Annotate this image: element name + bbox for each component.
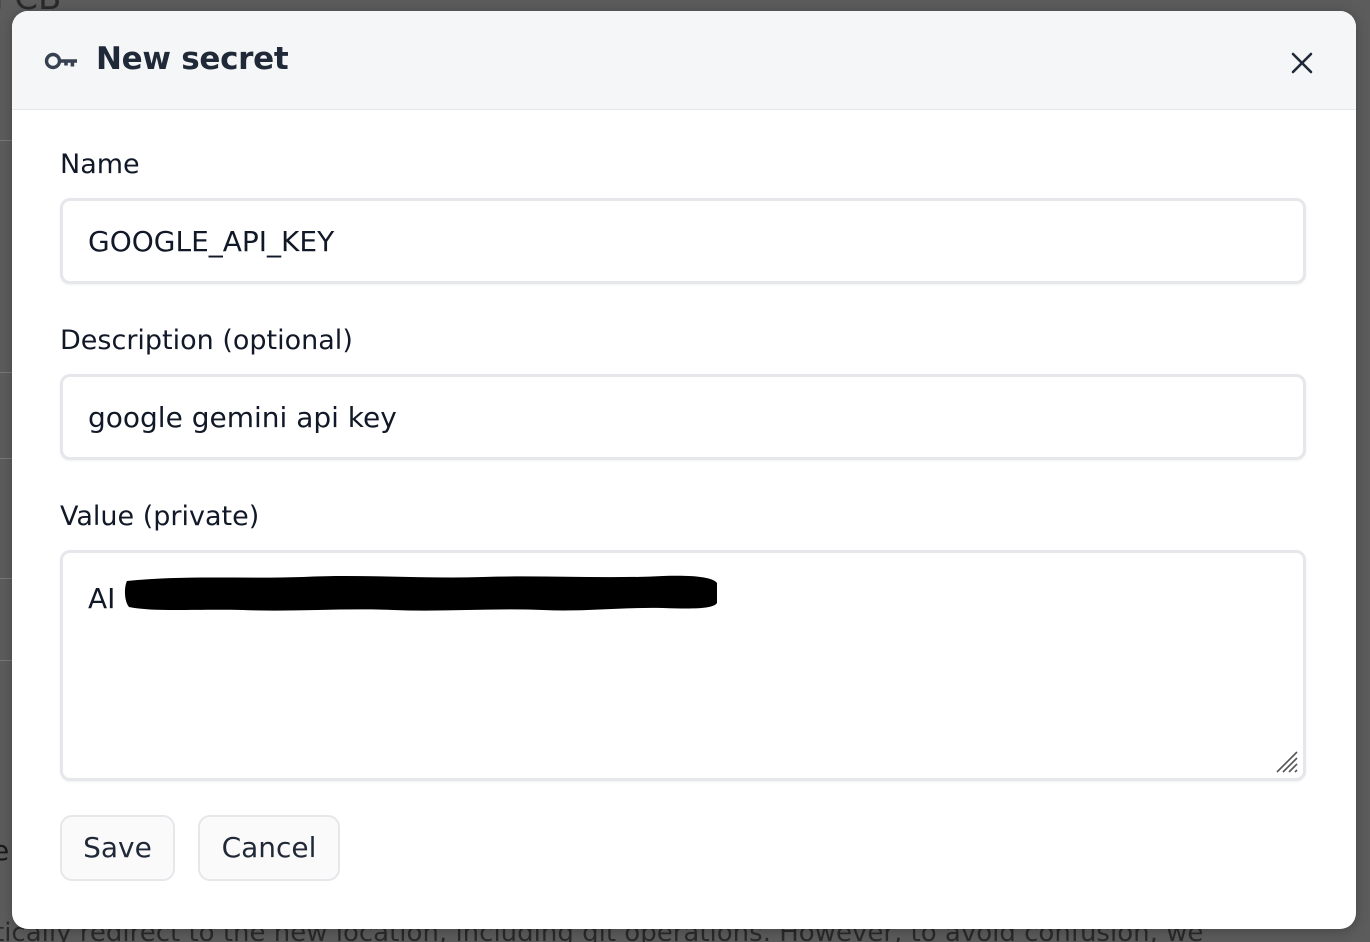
value-visible-prefix: AI <box>88 582 116 615</box>
description-input[interactable]: google gemini api key <box>60 374 1306 460</box>
background-text-fragment: e <box>0 834 10 867</box>
new-secret-dialog: New secret Name GOOGLE_API_KEY Descripti… <box>12 11 1356 929</box>
dialog-title: New secret <box>96 41 289 77</box>
value-textarea[interactable]: AI <box>60 550 1306 781</box>
background-divider <box>0 458 12 459</box>
name-label: Name <box>60 149 140 180</box>
name-input[interactable]: GOOGLE_API_KEY <box>60 198 1306 284</box>
background-divider <box>0 660 12 661</box>
redaction-mark <box>124 575 717 611</box>
background-divider <box>0 140 12 141</box>
resize-handle-icon[interactable] <box>1273 748 1299 774</box>
cancel-button[interactable]: Cancel <box>198 815 340 881</box>
value-label: Value (private) <box>60 501 260 532</box>
name-input-value: GOOGLE_API_KEY <box>88 225 335 258</box>
description-input-value: google gemini api key <box>88 401 397 434</box>
background-divider <box>0 372 12 373</box>
description-label: Description (optional) <box>60 325 353 356</box>
dialog-header: New secret <box>12 11 1356 110</box>
save-button[interactable]: Save <box>60 815 175 881</box>
background-divider <box>0 578 12 579</box>
key-icon <box>44 52 77 70</box>
close-icon[interactable] <box>1284 45 1320 81</box>
